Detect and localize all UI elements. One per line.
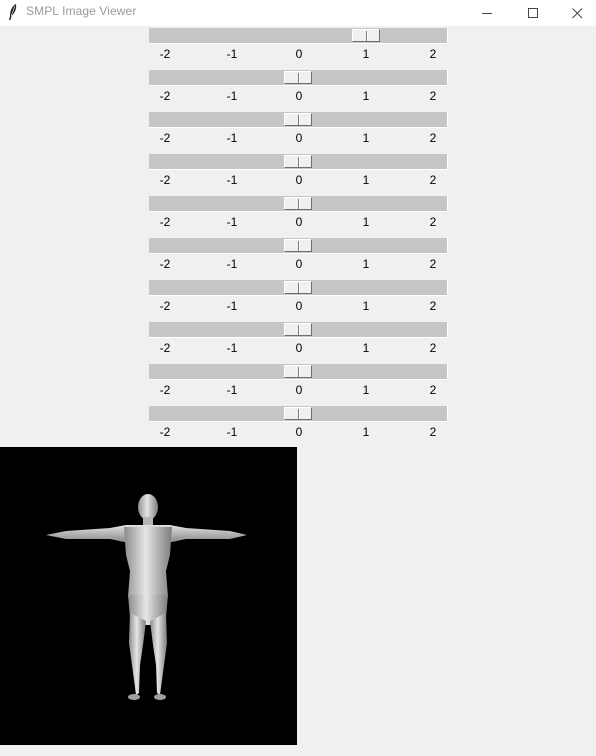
slider-tick-label: -1: [226, 89, 238, 103]
slider-tick-label: -1: [226, 215, 238, 229]
slider-thumb[interactable]: [284, 365, 312, 378]
slider-tick-label: 2: [429, 89, 437, 103]
slider-tick-label: 2: [429, 383, 437, 397]
slider-tick-label: 1: [362, 131, 370, 145]
slider-thumb[interactable]: [284, 323, 312, 336]
slider-tick-label: 0: [295, 173, 303, 187]
slider-tick-label: -2: [159, 299, 171, 313]
slider-tick-label: 0: [295, 89, 303, 103]
slider-3[interactable]: -2 -1 0 1 2: [149, 112, 449, 154]
slider-tick-label: 1: [362, 215, 370, 229]
slider-tick-label: 2: [429, 341, 437, 355]
slider-tick-label: 1: [362, 89, 370, 103]
slider-tick-label: 1: [362, 299, 370, 313]
slider-tick-label: 2: [429, 131, 437, 145]
slider-tick-label: -1: [226, 383, 238, 397]
slider-1[interactable]: -2 -1 0 1 2: [149, 28, 449, 70]
slider-thumb[interactable]: [284, 407, 312, 420]
minimize-button[interactable]: [464, 0, 510, 26]
slider-tick-label: 0: [295, 341, 303, 355]
slider-tick-label: -1: [226, 173, 238, 187]
slider-tick-label: 0: [295, 383, 303, 397]
slider-thumb[interactable]: [284, 113, 312, 126]
slider-tick-label: -2: [159, 257, 171, 271]
slider-tick-label: 2: [429, 257, 437, 271]
slider-8[interactable]: -2 -1 0 1 2: [149, 322, 449, 364]
slider-thumb[interactable]: [284, 155, 312, 168]
slider-tick-label: 0: [295, 47, 303, 61]
slider-tick-label: -1: [226, 47, 238, 61]
slider-10[interactable]: -2 -1 0 1 2: [149, 406, 449, 448]
slider-tick-label: 0: [295, 425, 303, 439]
slider-panel: -2 -1 0 1 2 -2 -1 0 1 2 -2 -1 0 1 2 -2 -1 0 1 2 -2 -1 0 1 2 -2 -1 0…: [149, 28, 449, 448]
slider-tick-label: -2: [159, 425, 171, 439]
slider-tick-label: -2: [159, 47, 171, 61]
human-body-render: [46, 494, 247, 700]
slider-tick-label: -1: [226, 425, 238, 439]
slider-tick-label: -2: [159, 341, 171, 355]
slider-2[interactable]: -2 -1 0 1 2: [149, 70, 449, 112]
slider-tick-label: -2: [159, 89, 171, 103]
slider-tick-label: -2: [159, 383, 171, 397]
slider-trough[interactable]: [149, 70, 448, 86]
slider-tick-label: 2: [429, 173, 437, 187]
slider-tick-label: -1: [226, 299, 238, 313]
slider-trough[interactable]: [149, 364, 448, 380]
slider-trough[interactable]: [149, 112, 448, 128]
slider-thumb[interactable]: [284, 281, 312, 294]
slider-tick-label: 2: [429, 425, 437, 439]
slider-6[interactable]: -2 -1 0 1 2: [149, 238, 449, 280]
slider-4[interactable]: -2 -1 0 1 2: [149, 154, 449, 196]
slider-7[interactable]: -2 -1 0 1 2: [149, 280, 449, 322]
maximize-icon: [527, 7, 539, 19]
slider-thumb[interactable]: [352, 29, 380, 42]
maximize-button[interactable]: [510, 0, 556, 26]
window-title: SMPL Image Viewer: [26, 4, 137, 18]
title-bar[interactable]: SMPL Image Viewer: [0, 0, 596, 26]
slider-tick-label: 0: [295, 131, 303, 145]
slider-tick-label: -2: [159, 215, 171, 229]
slider-tick-label: 1: [362, 47, 370, 61]
minimize-icon: [481, 8, 493, 19]
slider-trough[interactable]: [149, 28, 448, 44]
slider-thumb[interactable]: [284, 239, 312, 252]
slider-thumb[interactable]: [284, 71, 312, 84]
slider-tick-label: 1: [362, 341, 370, 355]
slider-tick-label: 1: [362, 257, 370, 271]
slider-tick-label: 0: [295, 299, 303, 313]
close-icon: [571, 7, 583, 19]
slider-tick-label: -2: [159, 131, 171, 145]
slider-tick-label: 2: [429, 215, 437, 229]
slider-tick-label: 1: [362, 383, 370, 397]
slider-tick-label: -1: [226, 131, 238, 145]
slider-trough[interactable]: [149, 154, 448, 170]
slider-tick-label: 0: [295, 215, 303, 229]
slider-tick-label: -1: [226, 341, 238, 355]
slider-tick-label: 1: [362, 173, 370, 187]
image-viewer: [0, 447, 297, 745]
slider-tick-label: 0: [295, 257, 303, 271]
slider-trough[interactable]: [149, 238, 448, 254]
slider-thumb[interactable]: [284, 197, 312, 210]
slider-5[interactable]: -2 -1 0 1 2: [149, 196, 449, 238]
slider-tick-label: -2: [159, 173, 171, 187]
slider-trough[interactable]: [149, 322, 448, 338]
feather-icon: [7, 3, 19, 21]
slider-tick-label: 2: [429, 47, 437, 61]
slider-trough[interactable]: [149, 406, 448, 422]
slider-tick-label: -1: [226, 257, 238, 271]
slider-trough[interactable]: [149, 280, 448, 296]
slider-trough[interactable]: [149, 196, 448, 212]
slider-9[interactable]: -2 -1 0 1 2: [149, 364, 449, 406]
slider-tick-label: 1: [362, 425, 370, 439]
close-button[interactable]: [554, 0, 596, 26]
slider-tick-label: 2: [429, 299, 437, 313]
